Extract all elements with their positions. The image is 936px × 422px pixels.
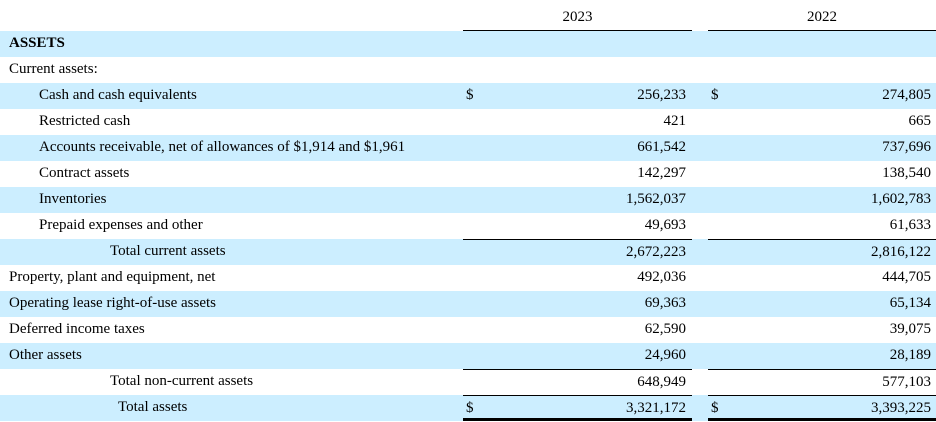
balance-sheet-table: 2023 2022 ASSETS Current assets: Cash and … bbox=[0, 0, 936, 421]
value: 28,189 bbox=[889, 347, 931, 363]
value: 65,134 bbox=[889, 295, 931, 311]
currency-symbol: $ bbox=[711, 400, 719, 416]
value-cell-2022: 444,705 bbox=[708, 265, 936, 291]
value: 274,805 bbox=[882, 87, 931, 103]
value: 3,321,172 bbox=[626, 400, 686, 416]
value: 61,633 bbox=[889, 217, 931, 233]
column-header-2022: 2022 bbox=[708, 0, 936, 31]
value-cell-2022: 1,602,783 bbox=[708, 187, 936, 213]
table-row: Total assets $3,321,172 $3,393,225 bbox=[0, 395, 936, 421]
value: 62,590 bbox=[644, 321, 686, 337]
year-label: 2023 bbox=[562, 9, 593, 25]
value: 2,816,122 bbox=[871, 244, 931, 260]
table-row: Other assets 24,960 28,189 bbox=[0, 343, 936, 369]
row-label: Inventories bbox=[39, 191, 107, 207]
row-label: Deferred income taxes bbox=[9, 321, 145, 337]
row-label: Operating lease right-of-use assets bbox=[9, 295, 217, 311]
row-label: Property, plant and equipment, net bbox=[9, 269, 216, 285]
value-cell-2023 bbox=[463, 57, 692, 83]
value-cell-2022: 138,540 bbox=[708, 161, 936, 187]
value: 2,672,223 bbox=[626, 244, 686, 260]
currency-symbol: $ bbox=[466, 87, 474, 103]
header-row: 2023 2022 bbox=[0, 0, 936, 31]
value: 661,542 bbox=[637, 139, 686, 155]
row-label: Restricted cash bbox=[39, 113, 131, 129]
value-cell-2022: 61,633 bbox=[708, 213, 936, 239]
value: 577,103 bbox=[882, 374, 931, 390]
value-cell-2022: 665 bbox=[708, 109, 936, 135]
value-cell-2023: 648,949 bbox=[463, 369, 692, 395]
table-row: ASSETS bbox=[0, 31, 936, 57]
value: 737,696 bbox=[882, 139, 931, 155]
value-cell-2022: 2,816,122 bbox=[708, 239, 936, 265]
year-label: 2022 bbox=[807, 9, 837, 25]
value-cell-2022 bbox=[708, 31, 936, 57]
value: 492,036 bbox=[637, 269, 686, 285]
value: 24,960 bbox=[644, 347, 686, 363]
value: 3,393,225 bbox=[871, 400, 931, 416]
row-label: Prepaid expenses and other bbox=[39, 217, 203, 233]
value-cell-2022: 39,075 bbox=[708, 317, 936, 343]
table-row: Total current assets 2,672,223 2,816,122 bbox=[0, 239, 936, 265]
value-cell-2023: 62,590 bbox=[463, 317, 692, 343]
value: 648,949 bbox=[637, 374, 686, 390]
value-cell-2023: 142,297 bbox=[463, 161, 692, 187]
table-row: Prepaid expenses and other 49,693 61,633 bbox=[0, 213, 936, 239]
row-label: Total current assets bbox=[110, 243, 226, 259]
value-cell-2023: 492,036 bbox=[463, 265, 692, 291]
table-row: Contract assets 142,297 138,540 bbox=[0, 161, 936, 187]
value-cell-2023: 661,542 bbox=[463, 135, 692, 161]
value-cell-2023: 24,960 bbox=[463, 343, 692, 369]
table-row: Total non-current assets 648,949 577,103 bbox=[0, 369, 936, 395]
value-cell-2022: 737,696 bbox=[708, 135, 936, 161]
row-label: ASSETS bbox=[9, 35, 65, 51]
value-cell-2022: 65,134 bbox=[708, 291, 936, 317]
value-cell-2023: $3,321,172 bbox=[463, 395, 692, 421]
table-row: Inventories 1,562,037 1,602,783 bbox=[0, 187, 936, 213]
currency-symbol: $ bbox=[466, 400, 474, 416]
table-row: Operating lease right-of-use assets 69,36… bbox=[0, 291, 936, 317]
row-label: Cash and cash equivalents bbox=[39, 87, 197, 103]
value: 49,693 bbox=[644, 217, 686, 233]
value: 39,075 bbox=[889, 321, 931, 337]
value-cell-2022 bbox=[708, 57, 936, 83]
value-cell-2023: 2,672,223 bbox=[463, 239, 692, 265]
table-row: Accounts receivable, net of allowances o… bbox=[0, 135, 936, 161]
value-cell-2022: $3,393,225 bbox=[708, 395, 936, 421]
row-label: Current assets: bbox=[9, 61, 98, 77]
value: 256,233 bbox=[637, 87, 686, 103]
row-label: Accounts receivable, net of allowances o… bbox=[39, 139, 406, 155]
table-row: Current assets: bbox=[0, 57, 936, 83]
table-row: Restricted cash 421 665 bbox=[0, 109, 936, 135]
value-cell-2023: 1,562,037 bbox=[463, 187, 692, 213]
value-cell-2022: 577,103 bbox=[708, 369, 936, 395]
value: 69,363 bbox=[644, 295, 686, 311]
value-cell-2022: 28,189 bbox=[708, 343, 936, 369]
value-cell-2023: 49,693 bbox=[463, 213, 692, 239]
value-cell-2023: 69,363 bbox=[463, 291, 692, 317]
row-label: Total assets bbox=[118, 399, 188, 415]
column-header-2023: 2023 bbox=[463, 0, 692, 31]
currency-symbol: $ bbox=[711, 87, 719, 103]
value: 421 bbox=[663, 113, 687, 129]
value: 1,602,783 bbox=[871, 191, 931, 207]
value-cell-2023 bbox=[463, 31, 692, 57]
table-row: Cash and cash equivalents $256,233 $274,80… bbox=[0, 83, 936, 109]
row-label: Other assets bbox=[9, 347, 82, 363]
value-cell-2023: 421 bbox=[463, 109, 692, 135]
table-row: Property, plant and equipment, net 492,03… bbox=[0, 265, 936, 291]
table-row: Deferred income taxes 62,590 39,075 bbox=[0, 317, 936, 343]
row-label: Total non-current assets bbox=[110, 373, 254, 389]
value: 665 bbox=[908, 113, 932, 129]
row-label: Contract assets bbox=[39, 165, 130, 181]
value: 142,297 bbox=[637, 165, 686, 181]
value-cell-2023: $256,233 bbox=[463, 83, 692, 109]
value: 444,705 bbox=[882, 269, 931, 285]
value: 138,540 bbox=[882, 165, 931, 181]
value-cell-2022: $274,805 bbox=[708, 83, 936, 109]
value: 1,562,037 bbox=[626, 191, 686, 207]
